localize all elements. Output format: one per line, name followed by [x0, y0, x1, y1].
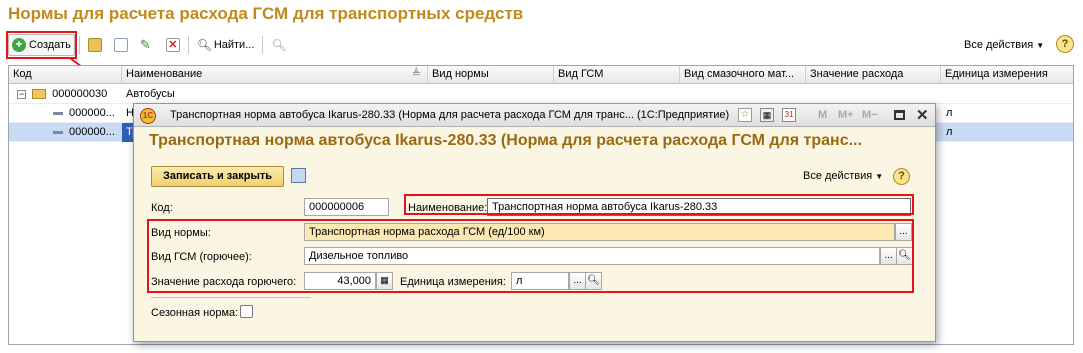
col-header-name[interactable]: Наименование ≜: [122, 66, 428, 84]
edit-button[interactable]: ✎: [136, 34, 158, 56]
create-group-button[interactable]: [84, 34, 106, 56]
memory-plus-button[interactable]: M+: [838, 109, 854, 121]
col-header-norm-type[interactable]: Вид нормы: [428, 66, 554, 84]
code-field[interactable]: 000000006: [304, 198, 389, 216]
favorite-icon[interactable]: ☆: [738, 108, 752, 122]
code-label: Код:: [151, 202, 173, 214]
row-unit: л: [946, 126, 953, 138]
chevron-down-icon: ▼: [1036, 40, 1045, 50]
dialog-title: Транспортная норма автобуса Ikarus-280.3…: [149, 132, 862, 149]
close-icon[interactable]: ✕: [916, 106, 929, 124]
copy-button[interactable]: [110, 34, 132, 56]
table-row[interactable]: − 000000030 Автобусы: [9, 85, 1073, 104]
search-cancel-icon: 🔍︎: [271, 38, 287, 52]
copy-add-icon: [113, 38, 128, 52]
chevron-down-icon: ▼: [875, 172, 884, 181]
memory-minus-button[interactable]: M−: [862, 109, 878, 121]
highlight-create: [6, 31, 77, 59]
all-actions-label: Все действия: [964, 39, 1034, 51]
save-and-close-button[interactable]: Записать и закрыть: [151, 166, 284, 187]
calendar-icon[interactable]: 31: [782, 108, 796, 122]
dialog-window-title: Транспортная норма автобуса Ikarus-280.3…: [170, 109, 730, 121]
row-code-cell: − 000000030: [13, 85, 123, 104]
col-header-code[interactable]: Код: [9, 66, 122, 84]
pencil-icon: ✎: [139, 37, 151, 52]
highlight-name: [404, 194, 914, 215]
delete-button[interactable]: ✕: [162, 34, 184, 56]
find-button[interactable]: 🔍︎ Найти...: [193, 34, 259, 56]
dialog-all-actions-label: Все действия: [803, 170, 873, 182]
delete-mark-icon: ✕: [165, 38, 180, 52]
dialog-titlebar: 1С Транспортная норма автобуса Ikarus-28…: [134, 104, 935, 127]
season-norm-label: Сезонная норма:: [151, 307, 239, 319]
maximize-icon[interactable]: [894, 110, 905, 120]
col-header-lubricant-type[interactable]: Вид смазочного мат...: [680, 66, 806, 84]
highlight-fields: [147, 219, 914, 293]
season-norm-checkbox[interactable]: [240, 305, 253, 318]
calculator-icon[interactable]: ▦: [760, 108, 774, 122]
item-icon: [53, 130, 63, 134]
cancel-search-button[interactable]: 🔍︎: [267, 34, 289, 56]
search-icon: 🔍︎: [196, 38, 213, 52]
item-icon: [53, 111, 63, 115]
sort-icon: ≜: [411, 68, 421, 80]
collapse-icon: −: [17, 88, 26, 99]
find-label: Найти...: [213, 39, 255, 51]
help-icon[interactable]: ?: [1056, 35, 1074, 53]
row-code: 000000030: [52, 88, 108, 100]
col-header-consumption[interactable]: Значение расхода: [806, 66, 941, 84]
row-code-cell: 000000...: [49, 123, 115, 142]
toolbar-divider: [187, 36, 189, 54]
page-title: Нормы для расчета расхода ГСМ для трансп…: [8, 4, 524, 23]
toolbar-divider: [78, 36, 80, 54]
toolbar-divider: [262, 36, 264, 54]
row-code-cell: 000000...: [49, 104, 115, 123]
col-header-fuel-type[interactable]: Вид ГСМ: [554, 66, 680, 84]
save-icon[interactable]: [291, 168, 306, 183]
dialog-help-icon[interactable]: ?: [893, 168, 910, 185]
folder-add-icon: [87, 38, 102, 52]
row-code: 000000...: [69, 107, 115, 119]
col-header-unit[interactable]: Единица измерения: [941, 66, 1075, 84]
row-code: 000000...: [69, 126, 115, 138]
divider: [151, 297, 311, 298]
col-header-name-label: Наименование: [126, 68, 203, 80]
table-header: Код Наименование ≜ Вид нормы Вид ГСМ Вид …: [9, 66, 1073, 84]
row-name: Автобусы: [126, 88, 175, 100]
dialog-all-actions-button[interactable]: Все действия ▼: [803, 170, 883, 182]
row-unit: л: [946, 107, 953, 119]
all-actions-button[interactable]: Все действия ▼: [960, 34, 1048, 56]
folder-icon: [32, 89, 47, 100]
logo-1c-icon: 1С: [140, 108, 156, 124]
memory-m-button[interactable]: M: [818, 109, 827, 121]
